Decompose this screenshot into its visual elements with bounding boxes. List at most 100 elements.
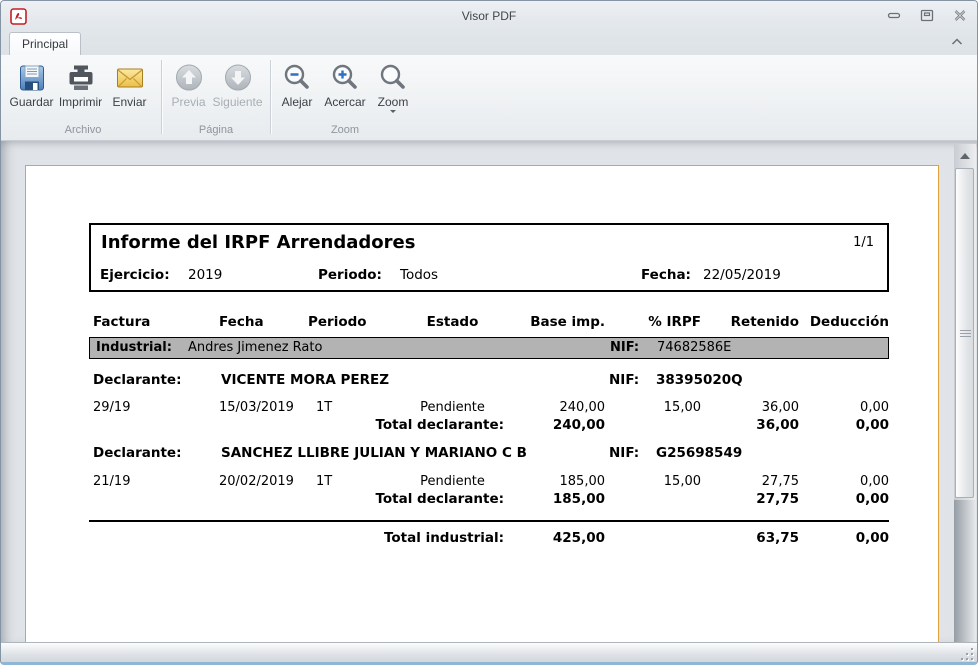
- group-separator: [161, 60, 162, 134]
- save-icon: [16, 62, 48, 94]
- ribbon-group-archivo: Guardar Imprimir: [7, 55, 159, 140]
- ejercicio-label: Ejercicio:: [100, 267, 170, 283]
- periodo-label: Periodo:: [318, 267, 382, 283]
- minimize-button[interactable]: [886, 8, 901, 22]
- report-title: Informe del IRPF Arrendadores: [101, 232, 415, 253]
- periodo-value: Todos: [400, 267, 438, 283]
- report-header-box: Informe del IRPF Arrendadores 1/1 Ejerci…: [89, 223, 889, 292]
- close-button[interactable]: [952, 8, 967, 22]
- page-indicator: 1/1: [853, 235, 874, 250]
- industrial-nif-value: 74682586E: [657, 338, 731, 358]
- enviar-button[interactable]: Enviar: [105, 57, 154, 110]
- col-deduccion: Deducción: [799, 314, 889, 330]
- previa-button[interactable]: Previa: [164, 57, 213, 110]
- col-periodo: Periodo: [308, 314, 398, 330]
- resize-grip[interactable]: [959, 646, 973, 660]
- scrollbar-grip: [960, 333, 971, 334]
- siguiente-label: Siguiente: [212, 96, 262, 109]
- periodo-value: 1T: [316, 400, 406, 415]
- industrial-row: Industrial: Andres Jimenez Rato NIF: 746…: [89, 337, 889, 359]
- title-bar: Visor PDF: [1, 1, 977, 31]
- chevron-up-icon: [949, 35, 965, 49]
- dropdown-arrow-icon: [390, 110, 396, 113]
- col-irpf: % IRPF: [605, 314, 701, 330]
- pdf-viewer-window: Visor PDF Principal: [0, 0, 978, 665]
- collapse-ribbon-button[interactable]: [949, 35, 965, 49]
- total-industrial-row: Total industrial: 425,00 63,75 0,00: [89, 530, 889, 549]
- alejar-label: Alejar: [282, 96, 313, 109]
- document-viewport: Informe del IRPF Arrendadores 1/1 Ejerci…: [1, 141, 977, 642]
- ribbon-group-pagina: Previa Siguiente Página: [164, 55, 268, 140]
- total-retenido-value: 36,00: [701, 417, 799, 433]
- maximize-icon: [920, 9, 934, 22]
- deduccion-value: 0,00: [799, 400, 889, 415]
- declarante-nif-value: G25698549: [656, 445, 742, 461]
- page-up-icon: [173, 62, 205, 94]
- table-header-row: Factura Fecha Periodo Estado Base imp. %…: [89, 314, 889, 333]
- declarante-row: Declarante: VICENTE MORA PEREZ NIF: 3839…: [89, 372, 889, 391]
- imprimir-label: Imprimir: [59, 96, 102, 109]
- total-base-value: 240,00: [404, 417, 605, 433]
- tab-principal[interactable]: Principal: [9, 32, 81, 55]
- periodo-value: 1T: [316, 474, 406, 489]
- guardar-label: Guardar: [9, 96, 53, 109]
- zoom-in-icon: [329, 62, 361, 94]
- industrial-nif-label: NIF:: [610, 338, 639, 358]
- declarante-row: Declarante: SANCHEZ LLIBRE JULIAN Y MARI…: [89, 445, 889, 464]
- deduccion-value: 0,00: [799, 474, 889, 489]
- total-base-value: 185,00: [404, 491, 605, 507]
- col-retenido: Retenido: [701, 314, 799, 330]
- retenido-value: 36,00: [701, 400, 799, 415]
- group-separator: [270, 60, 271, 134]
- print-icon: [65, 62, 97, 94]
- total-industrial-retenido: 63,75: [701, 530, 799, 546]
- factura-value: 21/19: [93, 474, 215, 489]
- total-declarante-row: Total declarante: 240,00 36,00 0,00: [89, 417, 889, 436]
- vertical-scrollbar[interactable]: [954, 144, 976, 642]
- fecha-value: 15/03/2019: [219, 400, 308, 415]
- total-retenido-value: 27,75: [701, 491, 799, 507]
- fecha-label: Fecha:: [641, 267, 691, 283]
- status-bar: [1, 642, 977, 663]
- scrollbar-thumb[interactable]: [955, 168, 974, 498]
- zoom-dropdown-button[interactable]: Zoom: [369, 57, 417, 114]
- zoom-out-icon: [281, 62, 313, 94]
- fecha-value: 22/05/2019: [703, 267, 781, 283]
- siguiente-button[interactable]: Siguiente: [213, 57, 262, 110]
- total-industrial-base: 425,00: [404, 530, 605, 546]
- fecha-value: 20/02/2019: [219, 474, 308, 489]
- factura-value: 29/19: [93, 400, 215, 415]
- section-divider: [89, 520, 889, 522]
- enviar-label: Enviar: [112, 96, 146, 109]
- industrial-name: Andres Jimenez Rato: [188, 338, 322, 358]
- maximize-button[interactable]: [919, 8, 934, 22]
- total-declarante-row: Total declarante: 185,00 27,75 0,00: [89, 491, 889, 510]
- ribbon: Guardar Imprimir: [1, 55, 977, 141]
- declarante-label: Declarante:: [93, 372, 182, 388]
- alejar-button[interactable]: Alejar: [273, 57, 321, 110]
- scroll-up-button[interactable]: [954, 148, 976, 164]
- declarante-nif-label: NIF:: [609, 445, 639, 461]
- col-base: Base imp.: [404, 314, 605, 330]
- pdf-app-icon: [10, 8, 27, 25]
- group-label-archivo: Archivo: [7, 122, 159, 140]
- total-industrial-deduccion: 0,00: [799, 530, 889, 546]
- declarante-nif-value: 38395020Q: [656, 372, 743, 388]
- imprimir-button[interactable]: Imprimir: [56, 57, 105, 110]
- acercar-button[interactable]: Acercar: [321, 57, 369, 110]
- scrollbar-track[interactable]: [954, 500, 976, 642]
- declarante-nif-label: NIF:: [609, 372, 639, 388]
- group-label-zoom: Zoom: [273, 122, 417, 140]
- guardar-button[interactable]: Guardar: [7, 57, 56, 110]
- irpf-value: 15,00: [605, 400, 701, 415]
- col-fecha: Fecha: [219, 314, 308, 330]
- pdf-page: Informe del IRPF Arrendadores 1/1 Ejerci…: [25, 165, 939, 642]
- group-label-pagina: Página: [164, 122, 268, 140]
- col-factura: Factura: [93, 314, 215, 330]
- acercar-label: Acercar: [324, 96, 365, 109]
- previa-label: Previa: [171, 96, 205, 109]
- mail-icon: [114, 62, 146, 94]
- total-deduccion-value: 0,00: [799, 417, 889, 433]
- total-deduccion-value: 0,00: [799, 491, 889, 507]
- minimize-icon: [887, 9, 901, 22]
